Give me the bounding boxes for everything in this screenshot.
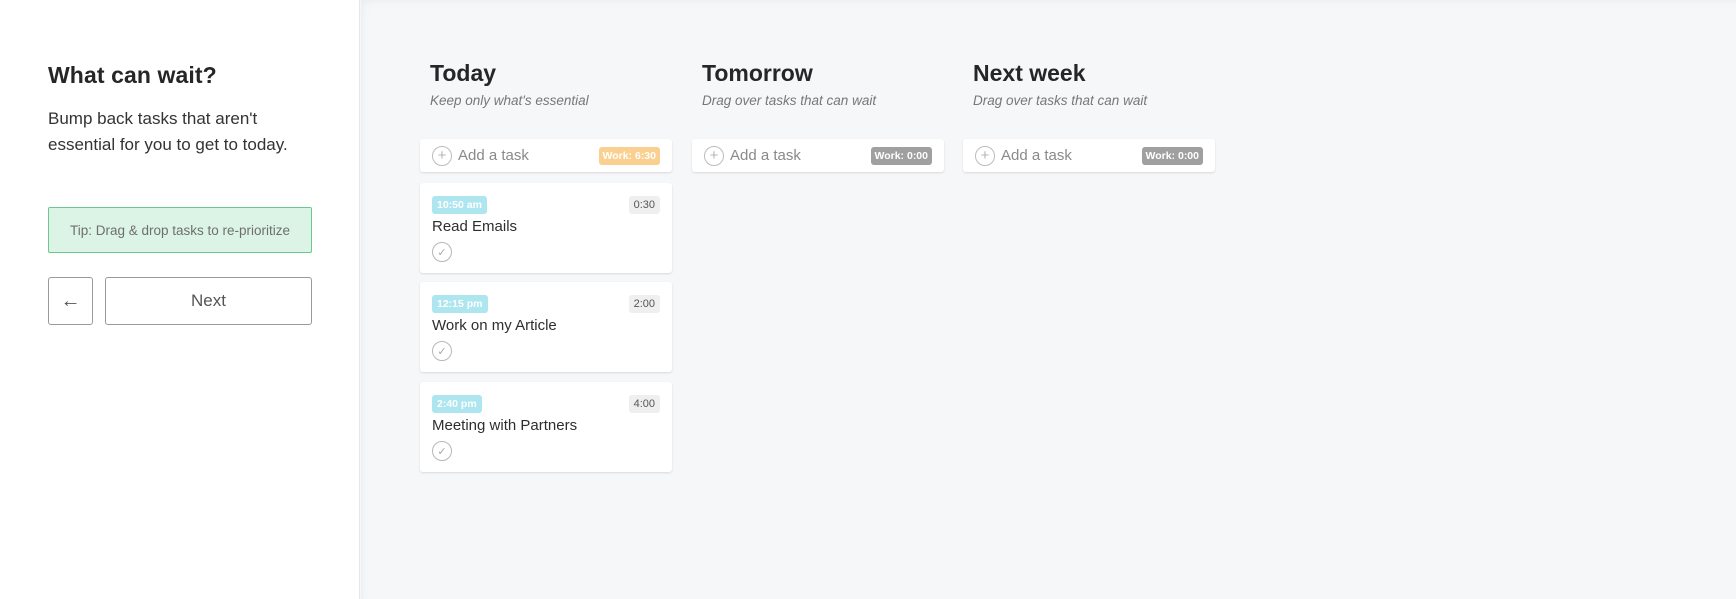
board-area: Today Keep only what's essential + Add a… <box>361 0 1736 599</box>
tip-box: Tip: Drag & drop tasks to re-prioritize <box>48 207 312 253</box>
task-time-badge: 10:50 am <box>432 196 487 214</box>
next-button-label: Next <box>191 291 226 310</box>
page-title: What can wait? <box>48 62 217 88</box>
check-circle-icon[interactable]: ✓ <box>432 242 452 262</box>
work-total-badge: Work: 6:30 <box>598 146 660 165</box>
plus-circle-icon: + <box>432 145 452 166</box>
column-title: Next week <box>973 60 1086 86</box>
task-time-badge: 2:40 pm <box>432 395 482 413</box>
tip-text: Tip: Drag & drop tasks to re-prioritize <box>69 222 291 238</box>
plus-circle-icon: + <box>704 145 724 166</box>
add-task-label: Add a task <box>1001 147 1072 164</box>
task-name: Work on my Article <box>432 317 557 334</box>
column-subtitle: Drag over tasks that can wait <box>973 93 1148 108</box>
task-time-badge: 12:15 pm <box>432 295 488 313</box>
next-button[interactable]: Next <box>105 277 312 325</box>
task-card[interactable]: 12:15 pm 2:00 Work on my Article ✓ <box>420 282 672 372</box>
task-duration-badge: 4:00 <box>628 395 660 413</box>
add-task-button[interactable]: + Add a task Work: 0:00 <box>692 139 944 172</box>
column-title: Tomorrow <box>702 60 813 86</box>
task-duration-badge: 0:30 <box>628 196 660 214</box>
work-total-badge: Work: 0:00 <box>1141 146 1203 165</box>
add-task-button[interactable]: + Add a task Work: 0:00 <box>963 139 1215 172</box>
task-name: Meeting with Partners <box>432 417 578 434</box>
add-task-button[interactable]: + Add a task Work: 6:30 <box>420 139 672 172</box>
back-button[interactable]: ← <box>48 277 93 325</box>
arrow-left-icon: ← <box>60 289 81 312</box>
column-subtitle: Drag over tasks that can wait <box>702 93 877 108</box>
task-card[interactable]: 2:40 pm 4:00 Meeting with Partners ✓ <box>420 382 672 472</box>
check-circle-icon[interactable]: ✓ <box>432 341 452 361</box>
check-circle-icon[interactable]: ✓ <box>432 441 452 461</box>
add-task-label: Add a task <box>458 147 529 164</box>
task-name: Read Emails <box>432 218 518 235</box>
task-duration-badge: 2:00 <box>628 295 660 313</box>
left-panel: What can wait? Bump back tasks that aren… <box>0 0 360 599</box>
column-subtitle: Keep only what's essential <box>430 93 589 108</box>
page-description: Bump back tasks that aren't essential fo… <box>48 109 288 154</box>
add-task-label: Add a task <box>730 147 801 164</box>
column-title: Today <box>430 60 497 86</box>
task-card[interactable]: 10:50 am 0:30 Read Emails ✓ <box>420 183 672 273</box>
plus-circle-icon: + <box>975 145 995 166</box>
work-total-badge: Work: 0:00 <box>870 146 932 165</box>
